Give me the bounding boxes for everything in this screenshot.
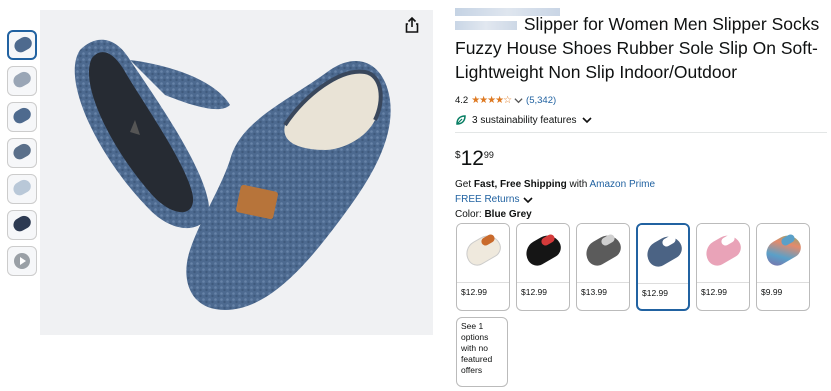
thumbnail-6[interactable] bbox=[7, 210, 37, 240]
product-title: Slipper for Women Men Slipper Socks Fuzz… bbox=[455, 14, 820, 82]
slipper-thumb-icon bbox=[10, 177, 34, 198]
main-product-image[interactable] bbox=[40, 10, 433, 335]
fast-free-shipping: Fast, Free Shipping bbox=[473, 179, 567, 190]
selected-color: Blue Grey bbox=[484, 209, 532, 220]
play-icon bbox=[14, 253, 30, 269]
slipper-thumb-icon bbox=[10, 69, 34, 90]
divider bbox=[455, 132, 827, 133]
share-icon[interactable] bbox=[402, 15, 422, 35]
thumbnail-1[interactable] bbox=[7, 30, 37, 60]
color-swatch[interactable]: $9.99 bbox=[756, 223, 810, 311]
free-returns[interactable]: FREE Returns bbox=[455, 194, 534, 205]
swatch-price: $12.99 bbox=[638, 283, 688, 302]
blurred-brand-text bbox=[455, 20, 517, 30]
color-swatches: $12.99 $12.99 $13.99 $12.99 $12.99 $9.99 bbox=[456, 223, 810, 311]
thumbnail-4[interactable] bbox=[7, 138, 37, 168]
sustainability-features[interactable]: 3 sustainability features bbox=[455, 114, 592, 126]
swatch-price: $12.99 bbox=[697, 282, 749, 301]
price: $ 12 99 bbox=[455, 148, 494, 170]
price-whole: 12 bbox=[460, 147, 484, 170]
slipper-thumb-icon bbox=[11, 34, 35, 55]
slipper-thumb-icon bbox=[10, 141, 34, 162]
see-options-button[interactable]: See 1 options with no featured offers bbox=[456, 317, 508, 387]
swatch-image bbox=[757, 224, 809, 282]
swatch-price: $12.99 bbox=[517, 282, 569, 301]
swatch-image bbox=[517, 224, 569, 282]
thumbnail-2[interactable] bbox=[7, 66, 37, 96]
color-swatch[interactable]: $12.99 bbox=[456, 223, 510, 311]
swatch-price: $12.99 bbox=[457, 282, 509, 301]
color-swatch[interactable]: $12.99 bbox=[516, 223, 570, 311]
rating-row[interactable]: 4.2 ★★★★☆ (5,342) bbox=[455, 95, 556, 106]
amazon-prime-link[interactable]: Amazon Prime bbox=[590, 179, 656, 190]
thumbnail-3[interactable] bbox=[7, 102, 37, 132]
swatch-image bbox=[638, 225, 688, 283]
color-swatch-selected[interactable]: $12.99 bbox=[636, 223, 690, 311]
swatch-image bbox=[577, 224, 629, 282]
free-returns-label: FREE Returns bbox=[455, 194, 520, 205]
swatch-price: $9.99 bbox=[757, 282, 809, 301]
thumbnail-video[interactable] bbox=[7, 246, 37, 276]
sustainability-label: 3 sustainability features bbox=[472, 114, 577, 126]
review-count-link[interactable]: (5,342) bbox=[526, 95, 556, 106]
thumbnail-strip bbox=[7, 30, 37, 282]
leaf-icon bbox=[456, 115, 466, 125]
color-swatch[interactable]: $13.99 bbox=[576, 223, 630, 311]
slipper-thumb-icon bbox=[10, 105, 34, 126]
color-swatch[interactable]: $12.99 bbox=[696, 223, 750, 311]
chevron-down-icon bbox=[523, 196, 534, 203]
thumbnail-5[interactable] bbox=[7, 174, 37, 204]
star-rating-icon[interactable]: ★★★★☆ bbox=[471, 95, 512, 106]
color-label: Color: Blue Grey bbox=[455, 209, 532, 220]
slipper-thumb-icon bbox=[10, 213, 34, 234]
swatch-image bbox=[697, 224, 749, 282]
swatch-image bbox=[457, 224, 509, 282]
rating-value: 4.2 bbox=[455, 95, 469, 106]
chevron-down-icon bbox=[581, 117, 592, 124]
shipping-info: Get Fast, Free Shipping with Amazon Prim… bbox=[455, 179, 656, 190]
chevron-down-icon[interactable] bbox=[514, 96, 523, 105]
slipper-illustration bbox=[74, 39, 391, 310]
price-fraction: 99 bbox=[483, 150, 494, 160]
swatch-price: $13.99 bbox=[577, 282, 629, 301]
